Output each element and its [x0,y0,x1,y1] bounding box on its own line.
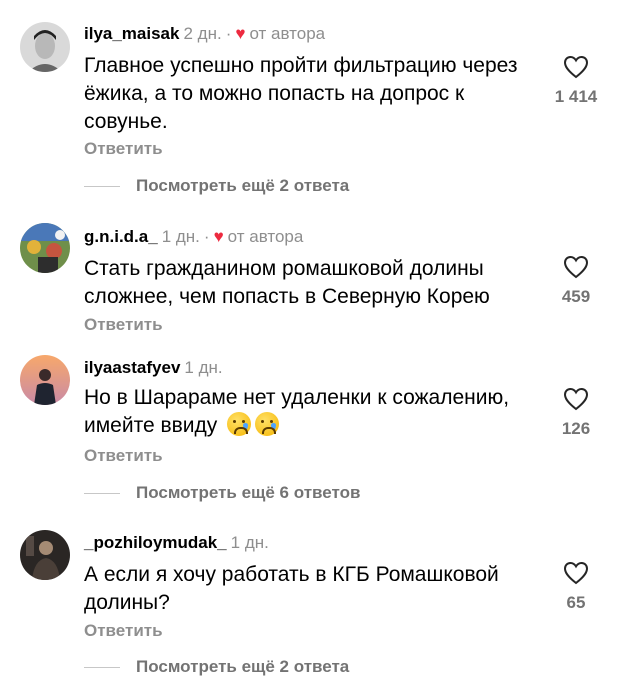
comment-text: А если я хочу работать в КГБ Ромашковой … [84,563,499,614]
comment-text: Но в Шарараме нет удаленки к сожалению, … [84,384,544,440]
reply-button[interactable]: Ответить [84,315,163,335]
like-control: 459 [552,255,600,307]
author-liked-label: от автора [227,227,304,246]
view-more-replies-label[interactable]: Посмотреть ещё 2 ответа [136,657,349,677]
divider-line [84,185,120,187]
heart-outline-icon[interactable] [552,387,600,411]
username[interactable]: ilya_maisak [84,24,179,43]
like-count: 126 [561,419,591,438]
author-heart-icon: ♥ [235,24,246,43]
like-count: 1 414 [554,87,598,106]
separator-dot: · [225,24,232,43]
comment-meta: g.n.i.d.a_ 1 дн. · ♥ от автора [84,227,303,247]
avatar[interactable] [20,223,70,273]
heart-outline-icon[interactable] [552,255,600,279]
view-more-replies[interactable]: Посмотреть ещё 6 ответов [84,483,360,503]
crying-face-emoji [255,412,280,436]
reply-button[interactable]: Ответить [84,446,163,466]
comment-time: 1 дн. [161,227,200,246]
comment-meta: _pozhiloymudak_ 1 дн. [84,533,269,553]
comment-time: 2 дн. [183,24,222,43]
view-more-replies-label[interactable]: Посмотреть ещё 6 ответов [136,483,360,503]
comment-text-content: Но в Шарараме нет удаленки к сожалению, … [84,386,510,437]
view-more-replies-label[interactable]: Посмотреть ещё 2 ответа [136,176,349,196]
divider-line [84,492,120,494]
avatar[interactable] [20,355,70,405]
comment-meta: ilyaastafyev 1 дн. [84,358,223,378]
like-count: 65 [566,593,586,612]
like-control: 1 414 [552,55,600,107]
heart-outline-icon[interactable] [552,561,600,585]
like-control: 126 [552,387,600,439]
author-liked-label: от автора [249,24,326,43]
username[interactable]: g.n.i.d.a_ [84,227,158,246]
avatar[interactable] [20,22,70,72]
separator-dot: · [203,227,210,246]
author-heart-icon: ♥ [213,227,224,246]
like-control: 65 [552,561,600,613]
reply-button[interactable]: Ответить [84,139,163,159]
comment-text: Главное успешно пройти фильтрацию через … [84,54,518,133]
comment-time: 1 дн. [184,358,223,377]
avatar[interactable] [20,530,70,580]
reply-button[interactable]: Ответить [84,621,163,641]
like-count: 459 [561,287,591,306]
comment-time: 1 дн. [230,533,269,552]
comment-text: Стать гражданином ромашковой долины слож… [84,257,490,308]
view-more-replies[interactable]: Посмотреть ещё 2 ответа [84,176,349,196]
comment-meta: ilya_maisak 2 дн. · ♥ от автора [84,24,325,44]
username[interactable]: ilyaastafyev [84,358,180,377]
divider-line [84,666,120,668]
username[interactable]: _pozhiloymudak_ [84,533,227,552]
crying-face-emoji [227,412,252,436]
heart-outline-icon[interactable] [552,55,600,79]
view-more-replies[interactable]: Посмотреть ещё 2 ответа [84,657,349,677]
